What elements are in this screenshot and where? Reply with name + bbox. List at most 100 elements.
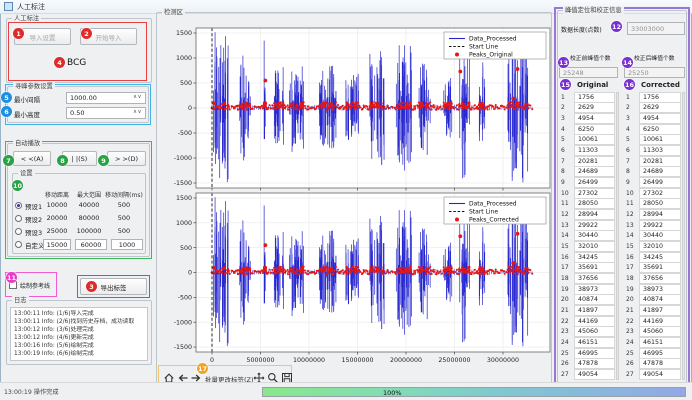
table-row[interactable]: 1532010	[559, 241, 620, 252]
table-row[interactable]: 11756	[624, 92, 686, 103]
original-column-header: Original	[577, 81, 608, 89]
group-log-title: 日志	[12, 296, 29, 305]
table-row[interactable]: 510061	[559, 135, 620, 146]
table-row[interactable]: 2040874	[559, 294, 620, 305]
table-row[interactable]: 2446151	[559, 337, 620, 348]
custom-range-input[interactable]: 60000	[75, 239, 107, 250]
row-value: 11303	[639, 145, 681, 156]
table-row[interactable]: 1837656	[624, 273, 686, 284]
table-row[interactable]: 1837656	[559, 273, 620, 284]
table-row[interactable]: 1027302	[559, 188, 620, 199]
col-header-move: 移动距离	[41, 190, 73, 199]
table-row[interactable]: 2345060	[624, 326, 686, 337]
table-row[interactable]: 2647878	[559, 358, 620, 369]
signal-charts[interactable]: -1500-1000-500050010001500Data_Processed…	[158, 18, 552, 368]
row-index: 3	[624, 115, 639, 122]
table-row[interactable]: 824689	[559, 167, 620, 178]
table-row[interactable]: 1228994	[624, 209, 686, 220]
table-row[interactable]: 2546995	[559, 348, 620, 359]
table-row[interactable]: 2647878	[624, 358, 686, 369]
autoplay-next-button[interactable]: > >(D)	[107, 151, 146, 166]
custom-move-input[interactable]: 15000	[43, 239, 71, 250]
table-row[interactable]: 22629	[559, 103, 620, 114]
row-value: 20281	[574, 156, 615, 167]
table-row[interactable]: 720281	[559, 156, 620, 167]
table-row[interactable]: 2141897	[624, 305, 686, 316]
table-row[interactable]: 2749054	[559, 369, 620, 380]
preset-radio-0[interactable]	[15, 202, 22, 209]
preset-radio-2[interactable]	[15, 228, 22, 235]
table-row[interactable]: 510061	[624, 135, 686, 146]
table-row[interactable]: 2546995	[624, 348, 686, 359]
table-row[interactable]: 2749054	[624, 369, 686, 380]
table-row[interactable]: 1634245	[624, 252, 686, 263]
log-entry: 13:00:16 Info: (5/6)绘制完成	[14, 342, 144, 350]
preset-radio-3[interactable]	[15, 241, 22, 248]
original-table-scrollbar[interactable]	[616, 92, 619, 380]
table-row[interactable]: 720281	[624, 156, 686, 167]
custom-interval-input[interactable]: 1000	[111, 239, 143, 250]
row-value: 41897	[639, 305, 681, 316]
row-index: 21	[624, 307, 639, 314]
autoplay-prev-button[interactable]: < <(A)	[13, 151, 51, 166]
table-row[interactable]: 1128050	[559, 199, 620, 210]
preset-2-label: 预设3	[25, 227, 42, 237]
peaks-before-value: 25248	[563, 69, 584, 77]
svg-text:Peaks_Original: Peaks_Original	[469, 52, 513, 59]
table-row[interactable]: 2244169	[559, 316, 620, 327]
table-row[interactable]: 1228994	[559, 209, 620, 220]
row-index: 4	[559, 126, 574, 133]
table-row[interactable]: 1430440	[559, 231, 620, 242]
table-row[interactable]: 926499	[559, 177, 620, 188]
log-entry: 13:00:12 Info: (4/6)更新完成	[14, 334, 144, 342]
table-row[interactable]: 2040874	[624, 294, 686, 305]
table-row[interactable]: 926499	[624, 177, 686, 188]
table-row[interactable]: 34954	[559, 113, 620, 124]
corrected-peaks-table[interactable]: 1175622629349544625051006161130372028182…	[624, 92, 686, 380]
marker-5: 5	[1, 92, 12, 103]
table-row[interactable]: 46250	[559, 124, 620, 135]
row-value: 40874	[574, 294, 615, 305]
table-row[interactable]: 1128050	[624, 199, 686, 210]
table-row[interactable]: 46250	[624, 124, 686, 135]
original-peaks-table[interactable]: 1175622629349544625051006161130372028182…	[559, 92, 620, 380]
min-height-spinbox[interactable]: 0.50 ∧∨	[66, 107, 146, 119]
table-row[interactable]: 2446151	[624, 337, 686, 348]
row-value: 10061	[574, 134, 615, 145]
table-row[interactable]: 1532010	[624, 241, 686, 252]
col-header-interval: 移动间隔(ms)	[103, 190, 145, 199]
table-row[interactable]: 1735691	[624, 263, 686, 274]
svg-text:5000000: 5000000	[246, 357, 274, 364]
row-value: 44169	[639, 316, 681, 327]
preset-0-interval: 500	[103, 201, 145, 209]
table-row[interactable]: 11756	[559, 92, 620, 103]
table-row[interactable]: 1329922	[559, 220, 620, 231]
table-row[interactable]: 2244169	[624, 316, 686, 327]
preset-1-range: 80000	[73, 214, 105, 222]
table-row[interactable]: 2141897	[559, 305, 620, 316]
corrected-table-scrollbar[interactable]	[682, 92, 685, 380]
log-lines[interactable]: 13:00:11 Info: (1/6)导入完成13:00:11 Info: (…	[10, 307, 148, 361]
table-row[interactable]: 611303	[624, 145, 686, 156]
spinner-arrows-icon[interactable]: ∧∨	[133, 109, 142, 115]
table-row[interactable]: 1027302	[624, 188, 686, 199]
table-row[interactable]: 2345060	[559, 326, 620, 337]
table-row[interactable]: 1329922	[624, 220, 686, 231]
table-row[interactable]: 22629	[624, 103, 686, 114]
table-row[interactable]: 34954	[624, 113, 686, 124]
svg-text:-1000: -1000	[174, 155, 192, 162]
table-row[interactable]: 1430440	[624, 231, 686, 242]
group-autoplay-title: 自动播放	[13, 139, 42, 148]
svg-text:0: 0	[188, 270, 192, 277]
table-row[interactable]: 1938973	[624, 284, 686, 295]
table-row[interactable]: 1735691	[559, 263, 620, 274]
spinner-arrows-icon[interactable]: ∧∨	[133, 94, 142, 100]
table-row[interactable]: 611303	[559, 145, 620, 156]
row-value: 49054	[639, 369, 681, 380]
table-row[interactable]: 1938973	[559, 284, 620, 295]
table-row[interactable]: 1634245	[559, 252, 620, 263]
log-entry: 13:00:12 Info: (3/6)处理完成	[14, 326, 144, 334]
table-row[interactable]: 824689	[624, 167, 686, 178]
min-interval-spinbox[interactable]: 1000.00 ∧∨	[66, 92, 146, 104]
preset-radio-1[interactable]	[15, 215, 22, 222]
